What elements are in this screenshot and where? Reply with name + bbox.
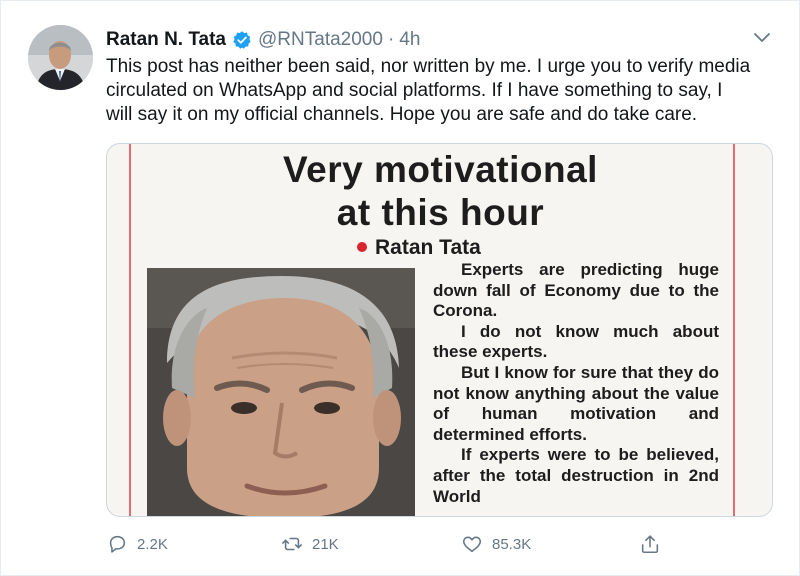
tweet-timestamp[interactable]: 4h	[399, 29, 420, 51]
tweet-text-line: will say it on my official channels. Hop…	[106, 104, 698, 125]
like-button[interactable]: 85.3K	[461, 531, 531, 557]
reply-count: 2.2K	[137, 535, 168, 553]
article-paragraph: If experts were to be believed, after th…	[433, 445, 719, 506]
clipping-article-body: Experts are predicting huge down fall of…	[433, 260, 719, 507]
author-handle[interactable]: @RNTata2000	[258, 29, 383, 51]
share-icon	[641, 535, 659, 554]
reply-icon	[109, 535, 126, 553]
avatar[interactable]	[28, 25, 93, 90]
separator-dot: ·	[387, 29, 395, 50]
tweet-card[interactable]: Ratan N. Tata @RNTata2000 · 4h This post…	[0, 0, 800, 576]
clipping-byline: Ratan Tata	[357, 236, 481, 260]
retweet-icon	[282, 537, 302, 551]
tweet-text-line: This post has neither been said, nor wri…	[106, 56, 751, 77]
share-button[interactable]	[639, 531, 661, 557]
tweet-header: Ratan N. Tata @RNTata2000 · 4h	[106, 27, 420, 53]
chevron-down-icon[interactable]	[753, 31, 771, 45]
byline-text: Ratan Tata	[375, 236, 481, 259]
tweet-actions-bar: 2.2K 21K 85.3K	[106, 531, 666, 557]
verified-badge-icon	[232, 30, 252, 50]
article-paragraph: But I know for sure that they do not kno…	[433, 362, 719, 444]
clipping-headline-line: Very motivational	[283, 149, 598, 190]
author-name[interactable]: Ratan N. Tata	[106, 29, 226, 51]
clipping-headline-line: at this hour	[336, 192, 545, 233]
reply-button[interactable]: 2.2K	[106, 531, 168, 557]
article-paragraph: I do not know much about these experts.	[433, 321, 719, 362]
like-count: 85.3K	[492, 535, 532, 553]
clipping-portrait-photo	[147, 268, 415, 516]
heart-icon	[462, 536, 482, 553]
retweet-button[interactable]: 21K	[281, 531, 339, 557]
byline-bullet-icon	[357, 242, 367, 252]
tweet-media-image[interactable]: Very motivational at this hour Ratan Tat…	[106, 143, 773, 517]
tweet-text-line: circulated on WhatsApp and social platfo…	[106, 80, 723, 101]
clipping-headline: Very motivational at this hour	[107, 148, 772, 234]
retweet-count: 21K	[312, 535, 339, 553]
tweet-text: This post has neither been said, nor wri…	[106, 55, 786, 127]
article-paragraph: Experts are predicting huge down fall of…	[433, 260, 719, 321]
